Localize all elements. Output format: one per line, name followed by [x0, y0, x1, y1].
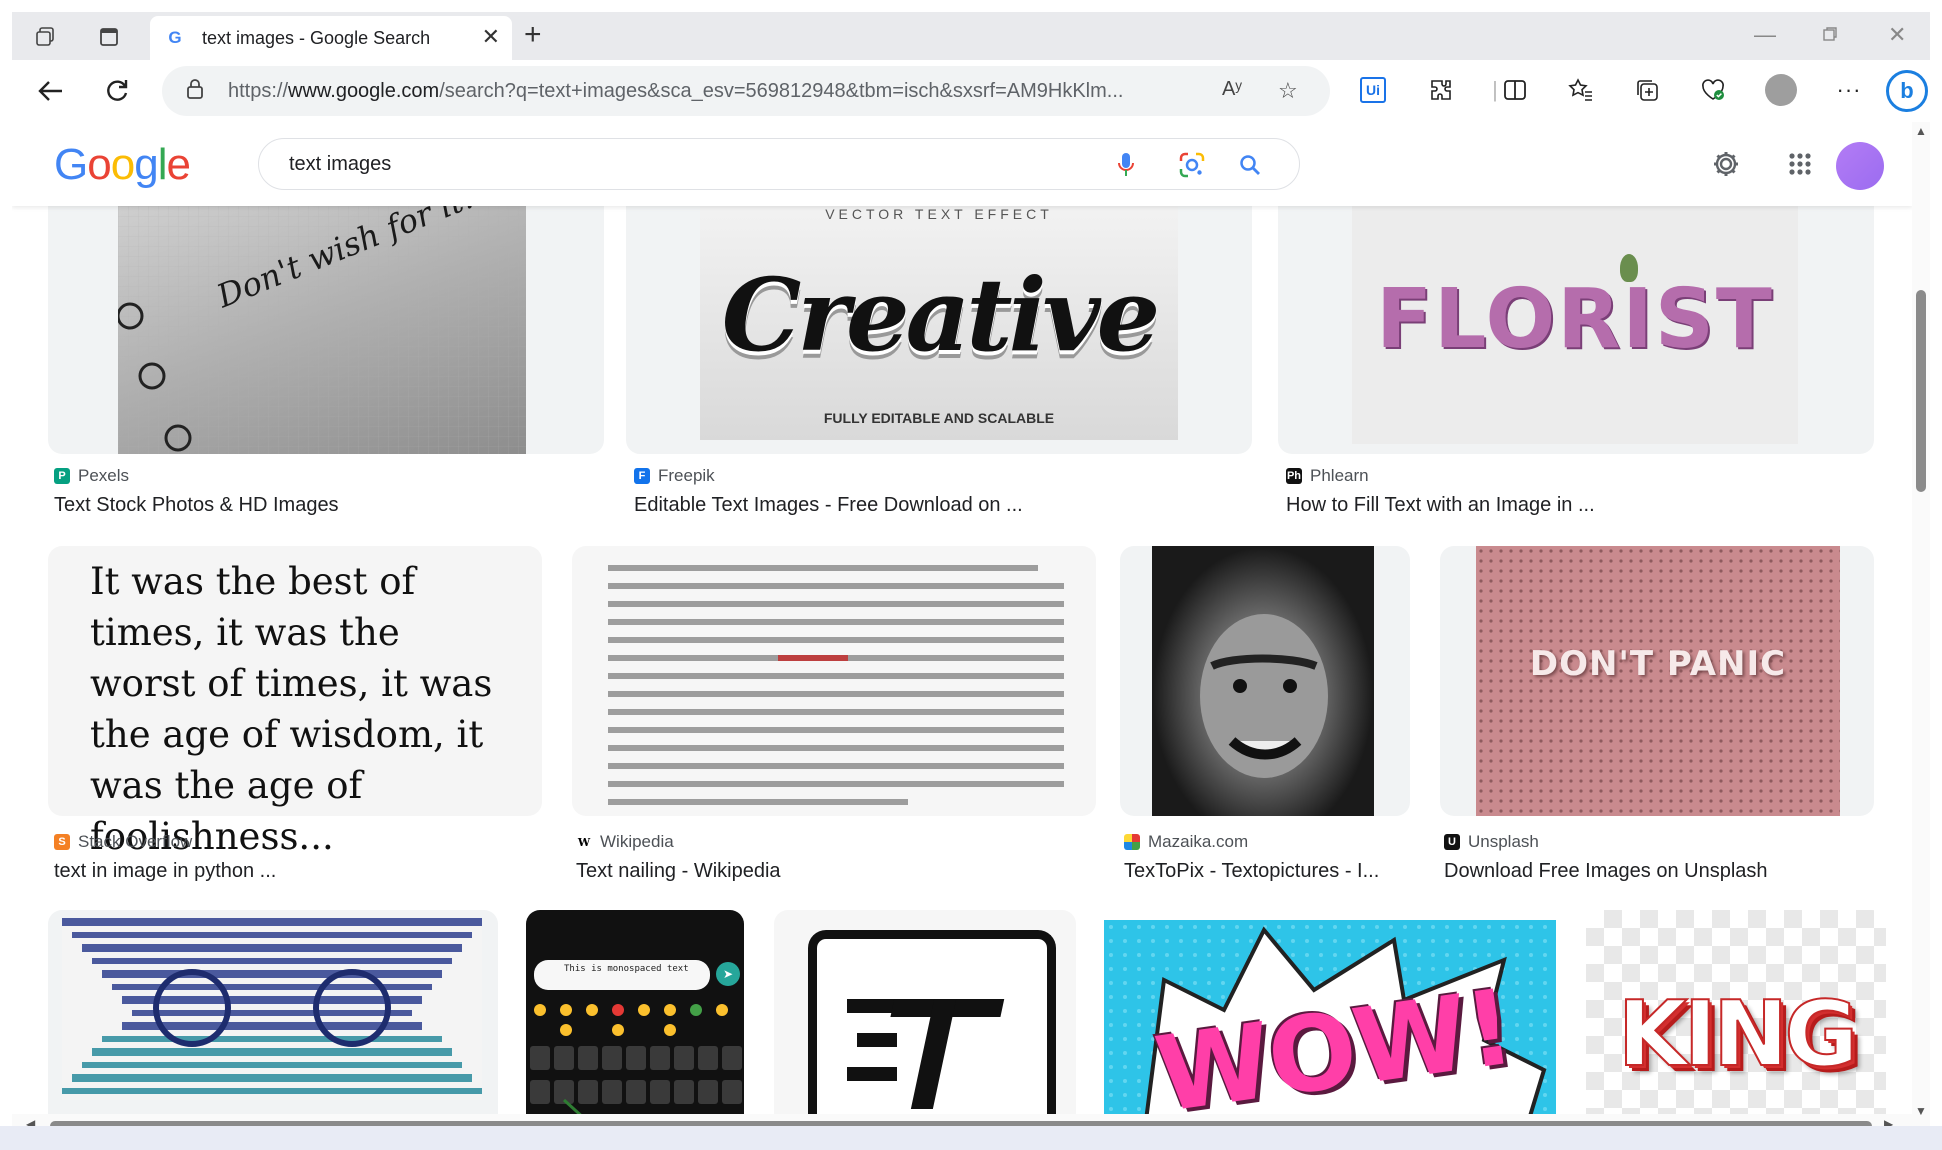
close-window-icon[interactable]: ✕: [1888, 22, 1906, 48]
result-image[interactable]: VECTOR TEXT EFFECT Creative FULLY EDITAB…: [700, 206, 1178, 440]
settings-gear-icon[interactable]: [1710, 148, 1742, 180]
result-image[interactable]: KING: [1586, 910, 1886, 1120]
favorite-star-icon[interactable]: ☆: [1278, 78, 1298, 104]
result-image[interactable]: FLORIST: [1352, 206, 1798, 444]
result-title[interactable]: text in image in python ...: [54, 860, 276, 883]
result-title[interactable]: How to Fill Text with an Image in ...: [1286, 494, 1595, 517]
vertical-scrollbar[interactable]: ▲ ▼: [1912, 122, 1930, 1127]
tab-strip: G text images - Google Search ✕ + — ✕: [12, 12, 1930, 60]
result-image[interactable]: DON'T PANIC: [1476, 546, 1840, 816]
send-icon: ➤: [716, 962, 740, 986]
profile-icon[interactable]: [1764, 72, 1798, 108]
url-text[interactable]: https://www.google.com/search?q=text+ima…: [228, 80, 1178, 103]
result-title[interactable]: Text nailing - Wikipedia: [576, 860, 781, 883]
result-title[interactable]: Download Free Images on Unsplash: [1444, 860, 1768, 883]
split-screen-icon[interactable]: [1498, 72, 1532, 108]
image-caption-top: VECTOR TEXT EFFECT: [825, 206, 1053, 222]
close-tab-icon[interactable]: ✕: [482, 24, 500, 50]
image-headline: FLORIST: [1376, 272, 1774, 367]
flower-icon: [1620, 254, 1638, 282]
image-headline: DON'T PANIC: [1529, 644, 1787, 684]
workspaces-icon[interactable]: [28, 20, 62, 54]
browser-essentials-icon[interactable]: [1696, 72, 1730, 108]
google-favicon-icon: G: [168, 28, 182, 47]
navigation-bar: https://www.google.com/search?q=text+ima…: [12, 60, 1930, 122]
browser-window: G text images - Google Search ✕ + — ✕ ht…: [12, 12, 1930, 1150]
result-source[interactable]: U Unsplash: [1444, 832, 1539, 852]
scroll-down-icon[interactable]: ▼: [1915, 1104, 1927, 1118]
favorites-icon[interactable]: [1564, 72, 1598, 108]
tab-title: text images - Google Search: [202, 27, 431, 48]
result-title[interactable]: TexToPix - Textopictures - I...: [1124, 860, 1379, 883]
window-top-margin: [0, 0, 1942, 12]
result-source[interactable]: F Freepik: [634, 466, 715, 486]
settings-more-icon[interactable]: ···: [1832, 72, 1866, 108]
image-caption-bottom: FULLY EDITABLE AND SCALABLE: [823, 410, 1055, 426]
minimize-icon[interactable]: —: [1754, 22, 1776, 48]
google-header: Google: [12, 122, 1912, 206]
search-input[interactable]: [289, 152, 989, 176]
result-title[interactable]: Editable Text Images - Free Download on …: [634, 494, 1023, 517]
taskbar-edge: [0, 1126, 1942, 1150]
address-bar[interactable]: https://www.google.com/search?q=text+ima…: [162, 66, 1330, 116]
scroll-up-icon[interactable]: ▲: [1915, 124, 1927, 138]
maximize-icon[interactable]: [1822, 22, 1838, 48]
google-apps-icon[interactable]: [1784, 148, 1816, 180]
google-images-page: Google text images P Pexels Text Stock P…: [12, 122, 1912, 1137]
read-aloud-icon[interactable]: Aʸ: [1222, 78, 1242, 101]
bing-copilot-icon[interactable]: b: [1884, 68, 1930, 114]
result-image[interactable]: [1152, 546, 1374, 816]
message-input-text: This is monospaced text: [534, 960, 710, 990]
lock-icon[interactable]: [186, 78, 204, 104]
google-logo[interactable]: Google: [54, 140, 191, 190]
vertical-scroll-thumb[interactable]: [1916, 290, 1926, 492]
result-source[interactable]: W Wikipedia: [576, 832, 674, 852]
result-image[interactable]: Don't wish for it. Work for it.: [118, 206, 526, 454]
result-source[interactable]: S Stack Overflow: [54, 832, 192, 852]
result-image[interactable]: [62, 918, 482, 1100]
extensions-icon[interactable]: [1424, 72, 1458, 108]
voice-search-icon[interactable]: [1111, 151, 1141, 179]
image-headline: Creative: [721, 256, 1161, 374]
result-image[interactable]: WOW!: [1104, 920, 1556, 1136]
result-source[interactable]: Ph Phlearn: [1286, 466, 1369, 486]
search-box: [258, 138, 1300, 190]
lens-search-icon[interactable]: [1177, 151, 1207, 179]
search-icon[interactable]: [1235, 151, 1265, 179]
tab-google-search[interactable]: G text images - Google Search ✕: [150, 16, 512, 60]
result-source[interactable]: P Pexels: [54, 466, 129, 486]
result-source[interactable]: Mazaika.com: [1124, 832, 1248, 852]
account-avatar[interactable]: [1836, 142, 1884, 190]
image-quote-text: It was the best of times, it was the wor…: [90, 560, 493, 858]
tab-actions-icon[interactable]: [92, 20, 126, 54]
image-headline: KING: [1617, 981, 1859, 1088]
result-image[interactable]: [808, 930, 1056, 1136]
result-image[interactable]: This is monospaced text ➤: [526, 910, 744, 1120]
collections-icon[interactable]: [1630, 72, 1664, 108]
uipath-extension-icon[interactable]: Ui: [1356, 72, 1390, 108]
text-nailing-image[interactable]: [608, 558, 1064, 806]
new-tab-icon[interactable]: +: [524, 20, 542, 50]
refresh-icon[interactable]: [100, 74, 134, 108]
result-title[interactable]: Text Stock Photos & HD Images: [54, 494, 339, 517]
back-icon[interactable]: [34, 74, 68, 108]
